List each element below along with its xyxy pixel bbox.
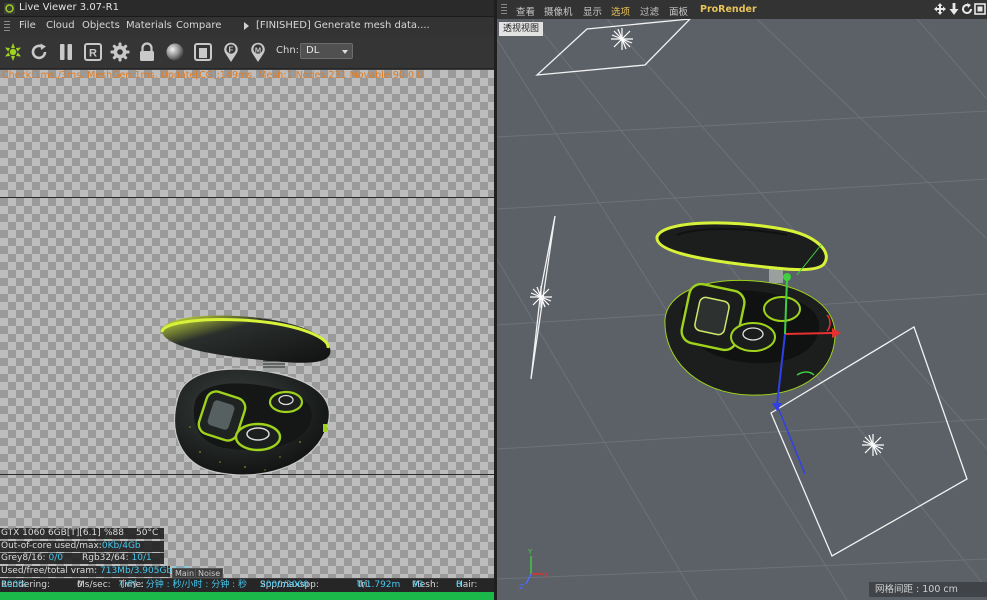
channel-select-value: DL — [306, 45, 320, 56]
corner-axis-indicator: Y X Z — [519, 548, 549, 591]
gpu-usage: %88 — [104, 528, 125, 538]
texture-count-row: Grey8/16: 0/0 Rgb32/64: 10/1 — [0, 553, 164, 564]
render-progress-fill — [0, 592, 494, 600]
menu-prorender[interactable]: ProRender — [700, 4, 757, 15]
viewport-menu-grip[interactable] — [501, 4, 507, 15]
live-viewer-title: Live Viewer 3.07-R1 — [19, 2, 119, 13]
channel-label: Chn: — [276, 45, 300, 56]
spp-value: 2000/2000 — [260, 580, 309, 590]
perspective-viewport-panel: 查看 摄像机 显示 选项 过滤 面板 ProRender Y X Z 透视视图 … — [497, 0, 987, 600]
axis-z-label: Z — [519, 583, 524, 591]
render-canvas[interactable] — [0, 70, 494, 578]
render-progress-bar — [0, 592, 494, 600]
focus-pick-icon[interactable]: F — [220, 41, 242, 63]
clay-mode-icon[interactable] — [192, 41, 214, 63]
toggle-view-icon[interactable] — [974, 3, 986, 15]
render-frame-top-line — [0, 197, 494, 198]
zoom-view-icon[interactable] — [948, 3, 960, 15]
perspective-viewport[interactable]: Y X Z 透视视图 网格间距 : 100 cm — [497, 19, 987, 600]
menu-panel[interactable]: 面板 — [669, 4, 688, 18]
live-viewer-menubar: File Cloud Objects Materials Compare [FI… — [0, 17, 494, 35]
menu-display[interactable]: 显示 — [583, 4, 602, 18]
menu-compare[interactable]: Compare — [176, 20, 221, 31]
menu-view[interactable]: 查看 — [516, 4, 535, 18]
live-viewer-app-icon — [4, 3, 15, 14]
ms-per-sec-value: 0 — [77, 580, 83, 590]
gpu-info-row: GTX 1060 6GB[T][6.1] %88 50°C — [0, 528, 164, 539]
grid-spacing-readout: 网格间距 : 100 cm — [869, 582, 987, 597]
grey-label: Grey8/16: — [1, 553, 46, 563]
channel-select[interactable]: DL — [300, 43, 353, 59]
live-viewer-toolbar: R F M Chn: DL — [0, 35, 494, 69]
gpu-temperature: 50°C — [136, 528, 159, 538]
hair-value: 0 — [456, 580, 462, 590]
earbud-case-model[interactable] — [655, 221, 836, 396]
live-viewer-titlebar: Live Viewer 3.07-R1 — [0, 0, 494, 17]
move-view-icon[interactable] — [934, 3, 946, 15]
time-value: 小时 : 分钟 : 秒/小时 : 分钟 : 秒 — [119, 580, 248, 590]
rgb-label: Rgb32/64: — [82, 553, 129, 563]
tab-noise[interactable]: Noise — [195, 568, 224, 578]
rotate-view-icon[interactable] — [961, 3, 973, 15]
region-render-letter: R — [89, 48, 97, 60]
viewport-name-label: 透视视图 — [499, 22, 544, 36]
menu-grip-handle[interactable] — [4, 21, 10, 31]
pause-icon[interactable] — [55, 41, 77, 63]
menu-cloud[interactable]: Cloud — [46, 20, 75, 31]
menu-materials[interactable]: Materials — [126, 20, 172, 31]
region-render-icon[interactable]: R — [82, 41, 104, 63]
viewport-scene: Y X Z — [497, 19, 987, 600]
settings-gear-icon[interactable] — [109, 41, 131, 63]
app-window: Live Viewer 3.07-R1 File Cloud Objects M… — [0, 0, 987, 600]
menu-objects[interactable]: Objects — [82, 20, 120, 31]
axis-y-label: Y — [527, 548, 533, 556]
focus-pick-letter: F — [229, 45, 234, 54]
axis-x-label: X — [544, 571, 549, 579]
refresh-icon[interactable] — [28, 41, 50, 63]
menu-file[interactable]: File — [19, 20, 36, 31]
out-of-core-row: Out-of-core used/max:0Kb/4Gb — [0, 541, 164, 552]
octane-logo-icon[interactable] — [2, 41, 24, 63]
live-viewer-panel: Live Viewer 3.07-R1 File Cloud Objects M… — [0, 0, 494, 600]
mesh-value: 93 — [412, 580, 424, 590]
grey-value: 0/0 — [48, 553, 63, 563]
rgb-value: 10/1 — [131, 553, 152, 563]
render-status-bar: Rendering: 100% Ms/sec: 0 Time: 小时 : 分钟 … — [0, 579, 494, 592]
material-ball-icon[interactable] — [164, 41, 186, 63]
status-play-icon — [244, 22, 249, 30]
earbud-case-render-image — [160, 315, 331, 476]
chevron-down-icon — [342, 50, 348, 54]
gpu-name: GTX 1060 6GB[T][6.1] — [1, 528, 101, 538]
render-status-text: [FINISHED] Generate mesh data.... — [256, 20, 430, 31]
material-pick-icon[interactable]: M — [247, 41, 269, 63]
vram-label: Used/free/total vram: — [1, 566, 98, 576]
out-of-core-label: Out-of-core used/max: — [1, 541, 102, 551]
tri-value: 0/1.792m — [357, 580, 401, 590]
menu-options[interactable]: 选项 — [611, 4, 630, 18]
menu-cameras[interactable]: 摄像机 — [544, 4, 573, 18]
menu-filter[interactable]: 过滤 — [640, 4, 659, 18]
render-stats-line: Check:1ms./3ms. MeshGen:1ms. Update[CG]:… — [2, 70, 424, 81]
material-pick-letter: M — [255, 45, 261, 54]
tab-main[interactable]: Main — [172, 568, 198, 578]
viewport-menubar: 查看 摄像机 显示 选项 过滤 面板 ProRender — [497, 0, 987, 19]
rendering-value: 100% — [1, 580, 27, 590]
lock-icon[interactable] — [136, 41, 158, 63]
vram-row: Used/free/total vram: 713Mb/3.905Gb/6Gb — [0, 566, 194, 577]
out-of-core-value: 0Kb/4Gb — [101, 541, 141, 551]
